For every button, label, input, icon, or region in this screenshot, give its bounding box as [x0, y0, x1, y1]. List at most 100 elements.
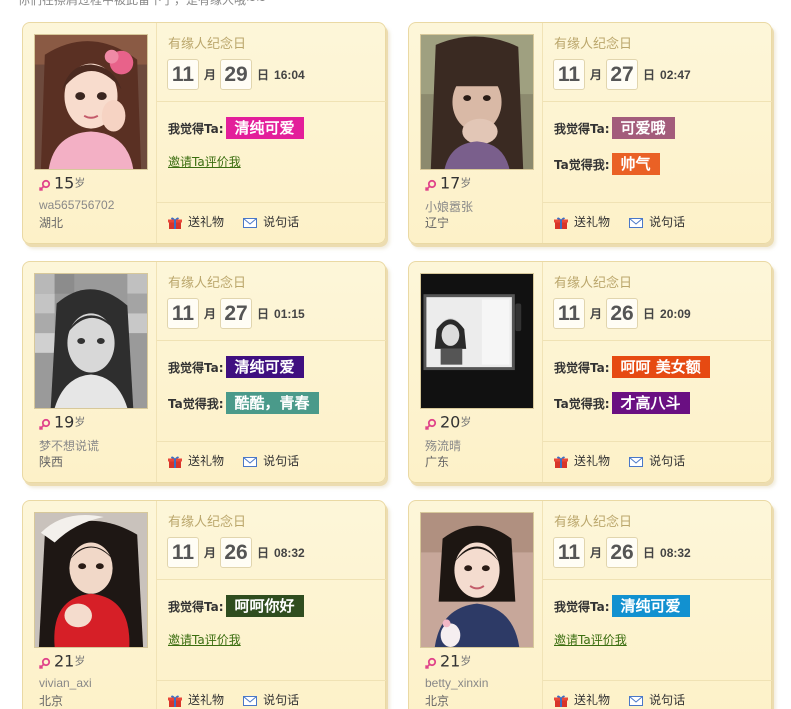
user-city: 北京: [39, 694, 64, 708]
gift-icon: [168, 694, 182, 707]
send-gift-button[interactable]: 送礼物: [554, 452, 610, 469]
month-unit: 月: [204, 546, 217, 560]
time-value: 20:09: [660, 306, 691, 321]
card-title: 有缘人纪念日: [168, 276, 247, 291]
i-think-row: 我觉得Ta: 清纯可爱: [554, 595, 690, 617]
age-row: 21岁: [424, 651, 471, 671]
age-value: 20: [440, 412, 461, 432]
username[interactable]: 小娘嚣张: [425, 198, 473, 215]
user-avatar[interactable]: [34, 273, 148, 409]
invite-rate-link[interactable]: 邀请Ta评价我: [168, 153, 241, 170]
user-avatar[interactable]: [420, 512, 534, 648]
username[interactable]: vivian_axi: [39, 676, 92, 690]
gift-icon: [554, 694, 568, 707]
username[interactable]: 梦不想说谎: [39, 437, 99, 454]
anniversary-date: 11 月 26 日 08:32: [167, 537, 305, 571]
i-think-label: 我觉得Ta:: [554, 599, 610, 614]
send-message-button[interactable]: 说句话: [243, 691, 299, 708]
username[interactable]: betty_xinxin: [425, 676, 488, 690]
user-avatar[interactable]: [420, 34, 534, 170]
user-avatar[interactable]: [34, 512, 148, 648]
send-gift-button[interactable]: 送礼物: [168, 691, 224, 708]
user-city: 湖北: [39, 216, 64, 230]
anniversary-date: 11 月 26 日 08:32: [553, 537, 691, 571]
i-think-row: 我觉得Ta: 呵呵 美女额: [554, 356, 710, 378]
card-title: 有缘人纪念日: [168, 37, 247, 52]
age-value: 19: [54, 412, 75, 432]
invite-rate-link[interactable]: 邀请Ta评价我: [554, 631, 627, 648]
anniversary-date: 11 月 27 日 02:47: [553, 59, 691, 93]
send-gift-button[interactable]: 送礼物: [168, 213, 224, 230]
divider: [543, 579, 772, 580]
divider: [543, 101, 772, 102]
mail-icon: [243, 217, 258, 229]
age-unit: 岁: [460, 176, 472, 190]
mail-icon: [243, 695, 258, 707]
i-think-row: 我觉得Ta: 清纯可爱: [168, 117, 304, 139]
card-title: 有缘人纪念日: [554, 515, 633, 530]
i-think-tag: 呵呵 美女额: [611, 356, 710, 378]
send-gift-button[interactable]: 送礼物: [554, 213, 610, 230]
card-actions: 送礼物 说句话: [168, 211, 313, 229]
card-profile: 21岁 vivian_axi 北京: [23, 501, 157, 709]
card-details: 有缘人纪念日 11 月 26 日 08:32 我觉得Ta: 呵呵你好 邀请Ta评价我 送礼…: [157, 501, 386, 709]
age-unit: 岁: [460, 415, 472, 429]
i-think-label: 我觉得Ta:: [168, 360, 224, 375]
send-gift-label: 送礼物: [574, 215, 611, 229]
invite-rate-link[interactable]: 邀请Ta评价我: [168, 631, 241, 648]
card-profile: 21岁 betty_xinxin 北京: [409, 501, 543, 709]
female-icon: [38, 416, 51, 431]
female-icon: [38, 177, 51, 192]
ta-thinks-label: Ta觉得我:: [554, 396, 610, 411]
age-row: 17岁: [424, 173, 471, 193]
age-row: 15岁: [38, 173, 85, 193]
match-card: 21岁 betty_xinxin 北京 有缘人纪念日 11 月 26 日 08:32 我…: [408, 500, 772, 709]
send-gift-label: 送礼物: [188, 454, 225, 468]
send-message-button[interactable]: 说句话: [243, 213, 299, 230]
send-message-label: 说句话: [263, 454, 300, 468]
age-row: 21岁: [38, 651, 85, 671]
send-message-button[interactable]: 说句话: [629, 213, 685, 230]
gift-icon: [168, 216, 182, 229]
time-value: 01:15: [274, 306, 305, 321]
user-city: 北京: [425, 694, 450, 708]
card-profile: 15岁 wa565756702 湖北: [23, 23, 157, 243]
i-think-tag: 清纯可爱: [225, 117, 304, 139]
send-message-button[interactable]: 说句话: [629, 691, 685, 708]
user-avatar[interactable]: [34, 34, 148, 170]
user-avatar[interactable]: [420, 273, 534, 409]
send-gift-button[interactable]: 送礼物: [554, 691, 610, 708]
ta-thinks-tag: 酷酷，青春: [225, 392, 319, 414]
month-unit: 月: [590, 546, 603, 560]
username[interactable]: wa565756702: [39, 198, 114, 212]
i-think-tag: 可爱哦: [611, 117, 675, 139]
match-card: 19岁 梦不想说谎 陕西 有缘人纪念日 11 月 27 日 01:15 我觉得Ta: 清纯…: [22, 261, 386, 483]
time-value: 08:32: [660, 545, 691, 560]
ta-thinks-tag: 帅气: [611, 153, 660, 175]
ta-thinks-label: Ta觉得我:: [554, 157, 610, 172]
mail-icon: [629, 456, 644, 468]
ta-thinks-row: Ta觉得我: 酷酷，青春: [168, 392, 319, 414]
card-details: 有缘人纪念日 11 月 26 日 20:09 我觉得Ta: 呵呵 美女额 Ta觉得我: 才高…: [543, 262, 772, 482]
match-card: 15岁 wa565756702 湖北 有缘人纪念日 11 月 29 日 16:04 我觉…: [22, 22, 386, 244]
card-actions: 送礼物 说句话: [168, 450, 313, 468]
divider: [157, 340, 386, 341]
send-message-button[interactable]: 说句话: [629, 452, 685, 469]
ta-thinks-row: Ta觉得我: 才高八斗: [554, 392, 690, 414]
divider: [157, 579, 386, 580]
card-actions: 送礼物 说句话: [554, 450, 699, 468]
username[interactable]: 殇流晴: [425, 437, 461, 454]
card-profile: 17岁 小娘嚣张 辽宁: [409, 23, 543, 243]
female-icon: [424, 416, 437, 431]
card-title: 有缘人纪念日: [554, 37, 633, 52]
day-value: 26: [606, 298, 639, 329]
send-gift-button[interactable]: 送礼物: [168, 452, 224, 469]
month-value: 11: [553, 298, 585, 329]
send-message-label: 说句话: [263, 693, 300, 707]
send-message-label: 说句话: [263, 215, 300, 229]
card-actions: 送礼物 说句话: [554, 211, 699, 229]
time-value: 08:32: [274, 545, 305, 560]
send-message-button[interactable]: 说句话: [243, 452, 299, 469]
send-gift-label: 送礼物: [574, 693, 611, 707]
day-unit: 日: [257, 307, 270, 321]
